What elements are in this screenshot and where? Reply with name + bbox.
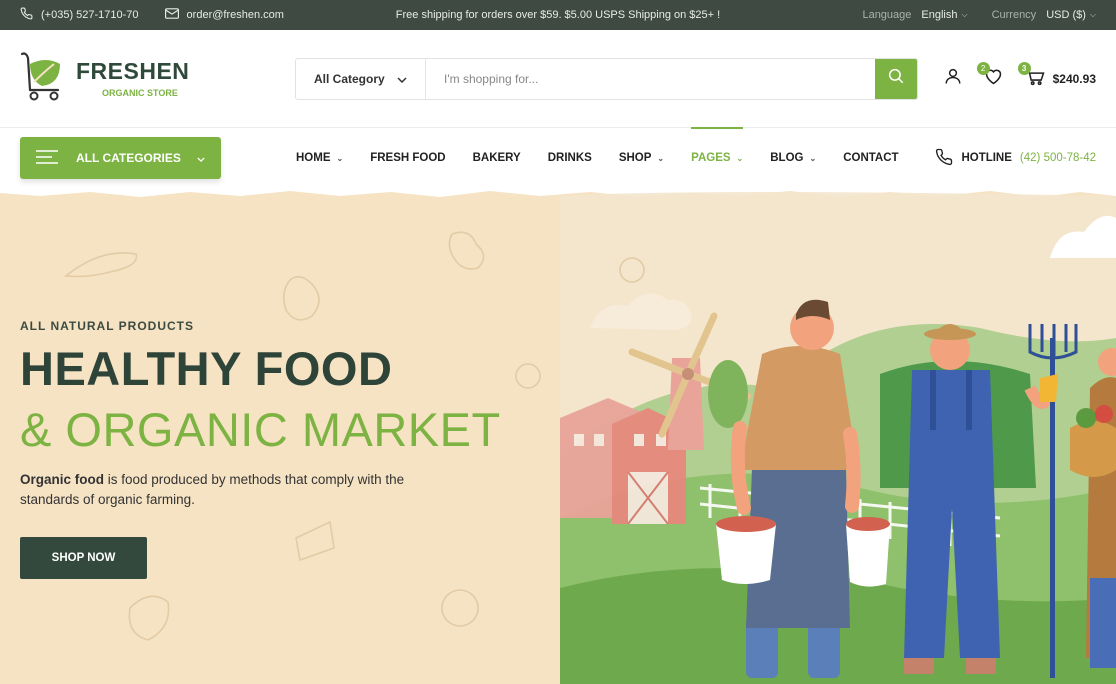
search-button[interactable]	[875, 58, 917, 99]
nav-item-fresh-food[interactable]: FRESH FOOD	[370, 128, 445, 188]
nav-item-blog[interactable]: BLOG ⌄	[770, 128, 816, 188]
chevron-down-icon: ⌵	[961, 10, 968, 19]
logo-cart-icon	[20, 50, 64, 107]
currency-value: USD ($)	[1046, 9, 1086, 21]
chevron-down-icon: ⌄	[809, 153, 817, 163]
brand-tagline: ORGANIC STORE	[102, 87, 178, 98]
hero-title-line1: HEALTHY FOOD	[20, 342, 393, 395]
cart-button[interactable]: 3 $240.93	[1017, 62, 1096, 89]
wishlist-button[interactable]: 2	[976, 61, 1003, 90]
nav-item-label: HOME	[296, 152, 331, 164]
hero-banner: ALL NATURAL PRODUCTS HEALTHY FOOD & ORGA…	[0, 188, 1116, 684]
account-button[interactable]	[944, 67, 962, 90]
wishlist-count-badge: 2	[976, 61, 990, 75]
nav-item-pages[interactable]: PAGES ⌄	[691, 127, 744, 188]
logo[interactable]: FRESHEN ORGANIC STORE	[20, 50, 295, 107]
hotline-number: (42) 500-78-42	[1019, 152, 1096, 164]
search-bar: All Category	[295, 57, 918, 100]
nav-item-contact[interactable]: CONTACT	[843, 128, 898, 188]
search-category-select[interactable]: All Category	[296, 58, 426, 99]
nav-item-label: BAKERY	[472, 152, 521, 164]
hero-kicker: ALL NATURAL PRODUCTS	[20, 319, 194, 333]
topbar-phone-text: (+035) 527-1710-70	[41, 9, 139, 21]
shop-now-button[interactable]: SHOP NOW	[20, 537, 147, 579]
brand-name: FRESHEN	[76, 57, 190, 84]
language-value: English	[921, 9, 958, 21]
chevron-down-icon: ⌄	[657, 153, 665, 163]
hotline-label: HOTLINE	[961, 152, 1012, 164]
all-categories-button[interactable]: ALL CATEGORIES	[20, 137, 221, 179]
topbar-email[interactable]: order@freshen.com	[164, 8, 284, 22]
nav-item-label: DRINKS	[547, 152, 592, 164]
chevron-down-icon	[397, 72, 407, 86]
topbar-phone[interactable]: (+035) 527-1710-70	[20, 7, 139, 23]
language-select[interactable]: English ⌵	[921, 9, 967, 21]
all-categories-label: ALL CATEGORIES	[76, 151, 181, 165]
chevron-down-icon: ⌄	[336, 153, 344, 163]
nav-item-label: CONTACT	[843, 152, 899, 164]
cart-total: $240.93	[1052, 71, 1096, 86]
hero-title-line2: & ORGANIC MARKET	[20, 403, 501, 456]
hotline[interactable]: HOTLINE (42) 500-78-42	[935, 148, 1096, 169]
currency-label: Currency	[991, 9, 1037, 21]
mail-icon	[164, 8, 179, 22]
nav-item-home[interactable]: HOME ⌄	[296, 128, 343, 188]
phone-icon	[20, 7, 33, 23]
nav-item-label: FRESH FOOD	[370, 152, 446, 164]
user-icon	[944, 67, 962, 90]
nav-item-shop[interactable]: SHOP ⌄	[619, 128, 664, 188]
search-icon	[887, 67, 905, 90]
search-input[interactable]	[426, 58, 875, 99]
language-label: Language	[862, 9, 912, 21]
main-nav: ALL CATEGORIES HOME ⌄ FRESH FOOD BAKERY …	[0, 127, 1116, 188]
nav-item-bakery[interactable]: BAKERY	[473, 128, 521, 188]
nav-item-drinks[interactable]: DRINKS	[548, 128, 592, 188]
chevron-down-icon: ⌄	[736, 153, 744, 163]
top-bar: (+035) 527-1710-70 order@freshen.com Fre…	[0, 0, 1116, 30]
nav-item-label: PAGES	[691, 152, 731, 164]
nav-item-label: SHOP	[618, 152, 652, 164]
nav-menu: HOME ⌄ FRESH FOOD BAKERY DRINKS SHOP ⌄ P…	[296, 127, 926, 188]
currency-select[interactable]: USD ($) ⌵	[1046, 9, 1096, 21]
menu-icon	[36, 149, 58, 167]
search-category-value: All Category	[314, 71, 385, 86]
topbar-email-text: order@freshen.com	[186, 9, 284, 21]
chevron-down-icon	[197, 151, 205, 165]
hero-description-bold: Organic food	[20, 472, 104, 487]
header: FRESHEN ORGANIC STORE All Category 2	[0, 30, 1116, 128]
chevron-down-icon: ⌵	[1089, 10, 1096, 19]
hero-description: Organic food is food produced by methods…	[20, 470, 410, 510]
cart-count-badge: 3	[1017, 62, 1031, 75]
hero-content: ALL NATURAL PRODUCTS HEALTHY FOOD & ORGA…	[20, 319, 501, 579]
nav-item-label: BLOG	[770, 152, 804, 164]
phone-icon	[935, 148, 953, 169]
